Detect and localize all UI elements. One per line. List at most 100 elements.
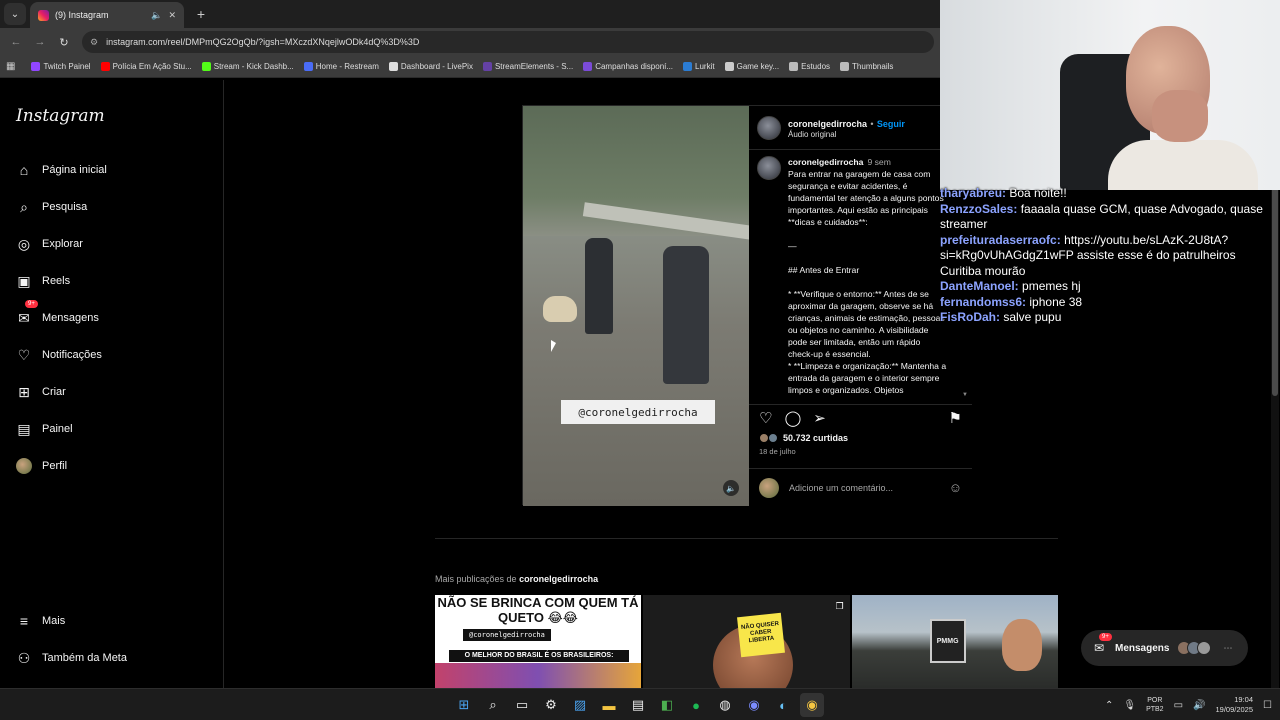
post-thumbnail[interactable]: NÃO SE BRINCA COM QUEM TÁ QUETO 😂😂 @coro…: [435, 595, 642, 688]
browser-tab[interactable]: (9) Instagram 🔈 ✕: [30, 2, 184, 28]
reload-button[interactable]: ↻: [54, 32, 74, 52]
site-info-icon[interactable]: ⚙: [90, 37, 98, 48]
steam-icon[interactable]: ◐: [771, 693, 795, 717]
bookmark-item[interactable]: StreamElements - S...: [482, 62, 573, 71]
heart-icon: ♡: [17, 346, 31, 363]
video-dog: [543, 296, 577, 322]
bookmark-label: Lurkit: [695, 62, 715, 71]
caption-scroll-down-icon[interactable]: ▼: [962, 392, 968, 398]
bookmark-item[interactable]: Stream - Kick Dashb...: [201, 62, 294, 71]
bookmark-label: Campanhas disponí...: [595, 62, 674, 71]
bookmark-item[interactable]: Campanhas disponí...: [583, 62, 673, 71]
sidebar-item-home[interactable]: ⌂ Página inicial: [16, 158, 107, 182]
sidebar-item-search[interactable]: ⌕ Pesquisa: [16, 195, 87, 219]
bookmark-item[interactable]: Estudos: [789, 62, 830, 71]
settings-icon[interactable]: ⚙: [539, 693, 563, 717]
post-thumbnail[interactable]: NÃO QUISER CABER LIBERTA ❐: [643, 595, 850, 688]
caption-username[interactable]: coronelgedirrocha: [788, 157, 863, 167]
caption-avatar[interactable]: [757, 156, 781, 180]
post-header: coronelgedirrocha • Seguir Áudio origina…: [749, 106, 972, 150]
stream-chat-overlay: tharyabreu: Boa noite!! RenzzoSales: faaa…: [940, 186, 1280, 366]
volume-icon[interactable]: 🔊: [1193, 700, 1205, 711]
webcam-person-body: [1108, 140, 1258, 190]
microphone-icon[interactable]: 🎙: [1123, 700, 1136, 711]
sidebar-item-profile-avatar[interactable]: Perfil: [16, 454, 67, 478]
sidebar-item-heart[interactable]: ♡ Notificações: [16, 343, 102, 367]
bookmark-item[interactable]: Twitch Painel: [31, 62, 91, 71]
task-view-icon[interactable]: ▭: [510, 693, 534, 717]
sidebar-item-meta[interactable]: ⚇ Também da Meta: [16, 646, 127, 670]
bookmark-item[interactable]: Dashboard - LivePix: [388, 62, 473, 71]
bookmark-item[interactable]: Lurkit: [683, 62, 715, 71]
notification-icon[interactable]: ☐: [1263, 700, 1272, 711]
more-posts-user[interactable]: coronelgedirrocha: [519, 574, 598, 584]
back-button[interactable]: ←: [6, 32, 26, 52]
carousel-icon: ❐: [835, 601, 844, 611]
chat-text: iphone 38: [1029, 294, 1083, 309]
app-icon[interactable]: ◍: [713, 693, 737, 717]
bookmark-item[interactable]: Polícia Em Ação Stu...: [100, 62, 192, 71]
photos-icon[interactable]: ▨: [568, 693, 592, 717]
clock[interactable]: 19:04 19/09/2025: [1215, 695, 1253, 715]
messages-badge: 9+: [1099, 633, 1112, 641]
share-icon[interactable]: ➢: [813, 409, 826, 427]
likes-row[interactable]: 50.732 curtidas: [759, 433, 848, 443]
new-tab-button[interactable]: +: [190, 3, 212, 25]
xbox-icon[interactable]: ◧: [655, 693, 679, 717]
instagram-logo[interactable]: Instagram: [16, 106, 105, 126]
windows-start-icon[interactable]: ⊞: [452, 693, 476, 717]
bookmark-item[interactable]: Game key...: [724, 62, 779, 71]
app-icon[interactable]: ▤: [626, 693, 650, 717]
chat-username: tharyabreu:: [940, 186, 1007, 200]
emoji-icon[interactable]: ☺: [949, 480, 962, 495]
bookmark-favicon-icon: [100, 62, 110, 71]
bookmark-item[interactable]: Thumbnails: [840, 62, 893, 71]
clock-time: 19:04: [1234, 695, 1254, 704]
apps-grid-icon[interactable]: ▦: [6, 61, 15, 72]
sidebar-item-plus-square[interactable]: ⊞ Criar: [16, 380, 66, 404]
spotify-icon[interactable]: ●: [684, 693, 708, 717]
chevron-up-icon[interactable]: ⌃: [1105, 700, 1113, 711]
comment-icon[interactable]: ◯: [784, 409, 801, 427]
bookmark-label: Home - Restream: [315, 62, 379, 71]
likes-count[interactable]: 50.732 curtidas: [783, 433, 848, 443]
tab-search-button[interactable]: ⌄: [4, 3, 26, 25]
reel-video[interactable]: @coronelgedirrocha 🔈: [523, 106, 749, 506]
clock-date: 19/09/2025: [1215, 705, 1254, 714]
speaker-icon[interactable]: 🔈: [151, 10, 162, 21]
sidebar-item-messenger[interactable]: 9+ ✉ Mensagens: [16, 300, 99, 330]
sidebar-item-compass[interactable]: ◎ Explorar: [16, 232, 83, 256]
file-explorer-icon[interactable]: ▬: [597, 693, 621, 717]
close-icon[interactable]: ✕: [168, 10, 176, 21]
chat-text: salve pupu: [1003, 310, 1062, 324]
bookmark-favicon-icon: [388, 62, 398, 71]
bookmark-icon[interactable]: ⚑: [949, 409, 962, 427]
sidebar-item-dashboard[interactable]: ▤ Painel: [16, 417, 72, 441]
thumbnail-sticky-note: NÃO QUISER CABER LIBERTA: [737, 612, 786, 658]
like-icon[interactable]: ♡: [759, 409, 772, 427]
forward-button[interactable]: →: [30, 32, 50, 52]
messenger-icon: ✉: [18, 309, 30, 326]
sidebar-item-hamburger[interactable]: ≡ Mais: [16, 609, 65, 633]
search-icon[interactable]: ⌕: [481, 693, 505, 717]
chat-username: RenzzoSales:: [940, 201, 1018, 216]
audio-link[interactable]: Áudio original: [788, 130, 905, 139]
discord-icon[interactable]: ◉: [742, 693, 766, 717]
input-language[interactable]: POR PTB2: [1146, 696, 1164, 714]
bookmark-item[interactable]: Home - Restream: [303, 62, 379, 71]
network-icon[interactable]: ▭: [1174, 700, 1183, 711]
keyboard-layout: PTB2: [1146, 706, 1164, 713]
author-avatar[interactable]: [757, 115, 781, 140]
address-bar[interactable]: ⚙ instagram.com/reel/DMPmQG2OgQb/?igsh=M…: [82, 31, 934, 53]
chat-message: DanteManoel: pmemes hj: [940, 279, 1280, 295]
post-thumbnail[interactable]: PMMG: [851, 595, 1058, 688]
comment-input[interactable]: [789, 482, 939, 493]
mute-button[interactable]: 🔈: [723, 480, 739, 496]
sidebar-item-reels[interactable]: ▣ Reels: [16, 269, 70, 293]
follow-button[interactable]: Seguir: [877, 119, 905, 129]
chat-username: FisRoDah:: [940, 310, 1000, 324]
author-username[interactable]: coronelgedirrocha: [788, 119, 867, 129]
video-person-kneeling: [663, 246, 709, 384]
messages-bubble[interactable]: ✉ 9+ Mensagens ⋯: [1081, 630, 1248, 666]
chrome-icon[interactable]: ◉: [800, 693, 824, 717]
